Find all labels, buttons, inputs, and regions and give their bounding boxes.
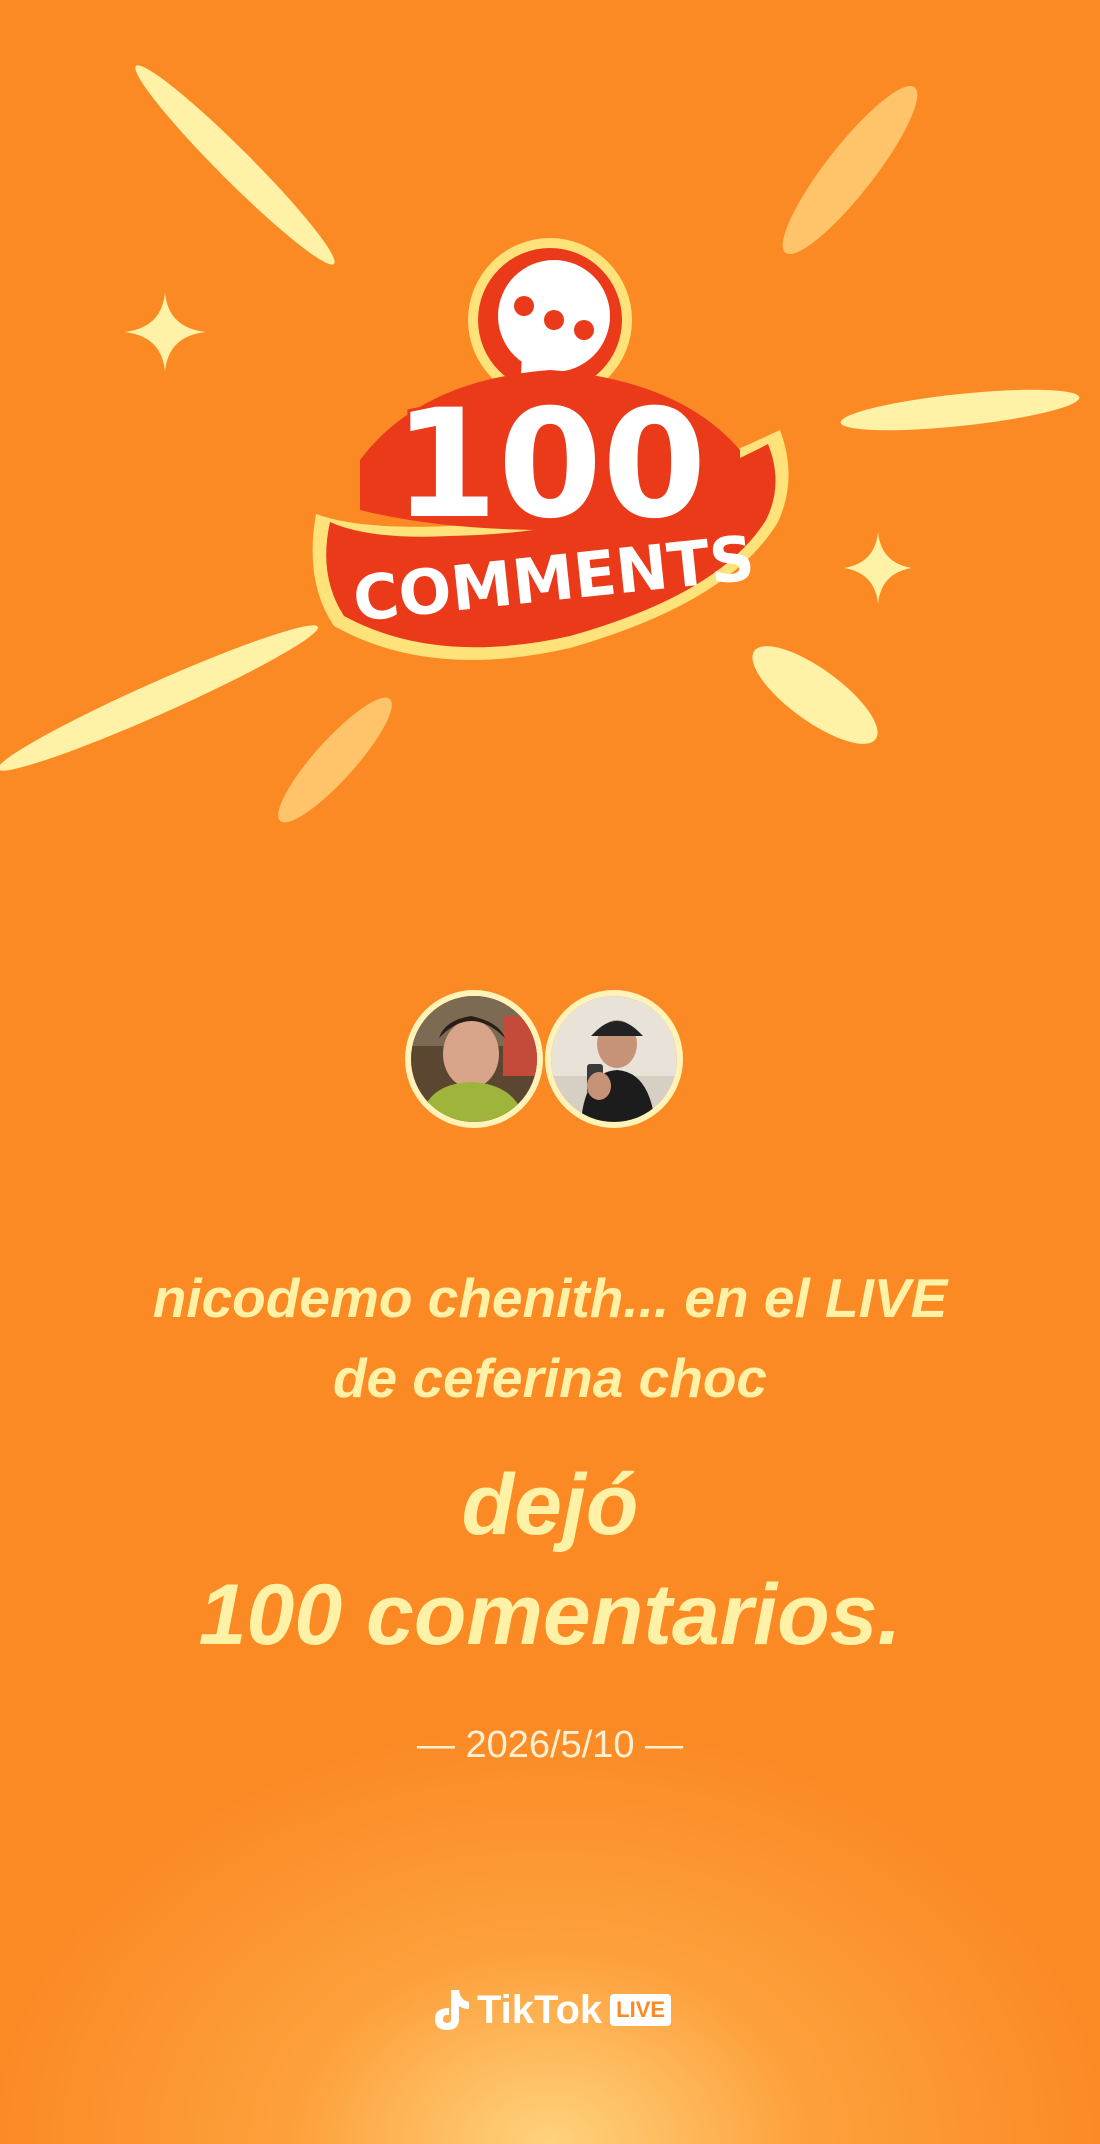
comments-badge: 100 COMMENTS xyxy=(312,238,789,660)
badge-number: 100 xyxy=(393,378,706,552)
comment-count: 100 comentarios. xyxy=(198,1567,902,1663)
brand-name: TikTok xyxy=(476,1987,603,2032)
commenter-line: nicodemo chenith... en el LIVE xyxy=(152,1267,948,1329)
achievement-text: dejó 100 comentarios. xyxy=(60,1450,1040,1670)
avatar-photo-man-cap xyxy=(551,996,677,1122)
host-line: de ceferina choc xyxy=(332,1347,768,1409)
achievement-card: 100 COMMENTS nicodemo chenith... en el L… xyxy=(0,0,1100,2144)
date-label: — 2026/5/10 — xyxy=(416,1724,684,1766)
avatar-group xyxy=(405,990,695,1140)
tiktok-note-icon xyxy=(434,1990,469,2030)
tiktok-live-logo: TikTok LIVE xyxy=(0,1980,1100,2040)
action-verb: dejó xyxy=(461,1457,639,1553)
avatar-photo-woman xyxy=(411,996,537,1122)
live-badge: LIVE xyxy=(610,1994,672,2026)
avatar[interactable] xyxy=(545,990,683,1128)
comment-summary: nicodemo chenith... en el LIVE de ceferi… xyxy=(60,1258,1040,1418)
avatar[interactable] xyxy=(405,990,543,1128)
